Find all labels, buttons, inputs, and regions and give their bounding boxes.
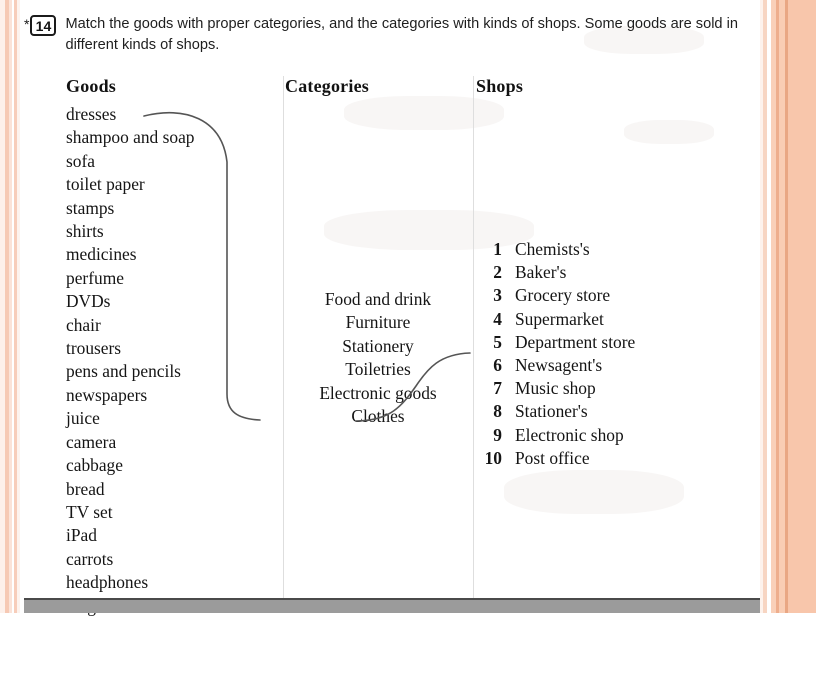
goods-item[interactable]: medicines xyxy=(66,243,281,266)
goods-item[interactable]: shirts xyxy=(66,220,281,243)
shop-item[interactable]: 2 Baker's xyxy=(476,261,756,284)
shop-item[interactable]: 1 Chemists's xyxy=(476,238,756,261)
goods-column: Goods dresses shampoo and soap sofa toilet … xyxy=(66,76,281,618)
shop-name: Post office xyxy=(515,447,590,468)
frame-stripe-right-1 xyxy=(788,0,816,613)
shop-name: Newsagent's xyxy=(515,355,603,376)
shop-item[interactable]: 10 Post office xyxy=(476,447,756,470)
frame-stripe-right-2 xyxy=(785,0,788,613)
task-instruction-row: * 14 Match the goods with proper categor… xyxy=(24,14,760,56)
goods-item[interactable]: headphones xyxy=(66,571,281,594)
goods-list: dresses shampoo and soap sofa toilet paper s… xyxy=(66,103,281,618)
frame-stripe-right-5 xyxy=(771,0,776,613)
bottom-accent-bar xyxy=(24,598,760,613)
frame-stripe-left-6 xyxy=(17,0,20,613)
shop-number: 1 xyxy=(493,239,502,259)
shop-name: Chemists's xyxy=(515,239,590,259)
category-item[interactable]: Electronic goods xyxy=(285,382,471,405)
category-item[interactable]: Stationery xyxy=(285,335,471,358)
shop-item[interactable]: 7 Music shop xyxy=(476,377,756,400)
frame-stripe-right-3 xyxy=(779,0,785,613)
goods-item[interactable]: dresses xyxy=(66,103,281,126)
shop-item[interactable]: 4 Supermarket xyxy=(476,308,756,331)
instruction-text: Match the goods with proper categories, … xyxy=(65,16,738,54)
goods-item[interactable]: trousers xyxy=(66,337,281,360)
frame-stripe-right-8 xyxy=(760,0,763,613)
shop-item[interactable]: 3 Grocery store xyxy=(476,284,756,307)
shop-name: Baker's xyxy=(515,262,567,283)
frame-stripe-right-7 xyxy=(763,0,767,613)
goods-item[interactable]: iPad xyxy=(66,524,281,547)
shop-number: 6 xyxy=(493,355,502,376)
matching-columns: Goods dresses shampoo and soap sofa toilet … xyxy=(24,76,760,616)
goods-item[interactable]: juice xyxy=(66,407,281,430)
goods-item[interactable]: shampoo and soap xyxy=(66,126,281,149)
goods-item[interactable]: chair xyxy=(66,314,281,337)
worksheet-page: * 14 Match the goods with proper categor… xyxy=(24,0,760,616)
goods-item[interactable]: perfume xyxy=(66,267,281,290)
column-divider-right xyxy=(473,76,474,600)
shops-list: 1 Chemists's 2 Baker's 3 Grocery store 4 Superm… xyxy=(476,238,756,470)
goods-item[interactable]: cabbage xyxy=(66,454,281,477)
shop-number: 8 xyxy=(493,401,502,422)
shop-number: 9 xyxy=(493,424,502,445)
shop-number: 2 xyxy=(493,262,502,283)
category-item[interactable]: Clothes xyxy=(285,405,471,428)
frame-stripe-right-4 xyxy=(776,0,779,613)
shop-item[interactable]: 5 Department store xyxy=(476,331,756,354)
goods-item[interactable]: sofa xyxy=(66,150,281,173)
shop-item[interactable]: 8 Stationer's xyxy=(476,400,756,423)
task-number-badge: 14 xyxy=(30,15,57,36)
shop-name: Department store xyxy=(515,331,636,352)
categories-list: Food and drink Furniture Stationery Toiletr… xyxy=(285,288,471,428)
slide-canvas: * 14 Match the goods with proper categor… xyxy=(0,0,816,616)
shop-name: Stationer's xyxy=(515,401,588,422)
shop-name: Music shop xyxy=(515,378,596,399)
shop-name: Electronic shop xyxy=(515,424,624,445)
categories-heading: Categories xyxy=(285,76,369,96)
goods-item[interactable]: TV set xyxy=(66,501,281,524)
goods-item[interactable]: toilet paper xyxy=(66,173,281,196)
goods-heading: Goods xyxy=(66,76,117,96)
goods-item[interactable]: carrots xyxy=(66,548,281,571)
shop-item[interactable]: 6 Newsagent's xyxy=(476,354,756,377)
goods-item[interactable]: DVDs xyxy=(66,290,281,313)
frame-stripe-right-6 xyxy=(767,0,771,613)
category-item[interactable]: Food and drink xyxy=(285,288,471,311)
goods-item[interactable]: newspapers xyxy=(66,384,281,407)
shops-heading: Shops xyxy=(476,76,524,96)
category-item[interactable]: Toiletries xyxy=(285,358,471,381)
shop-number: 3 xyxy=(493,285,502,306)
goods-item[interactable]: camera xyxy=(66,431,281,454)
asterisk-marker: * xyxy=(24,16,30,32)
shop-number: 5 xyxy=(493,331,502,352)
goods-item[interactable]: bread xyxy=(66,478,281,501)
goods-item[interactable]: stamps xyxy=(66,197,281,220)
shop-name: Supermarket xyxy=(515,308,604,329)
categories-column: Categories Food and drink Furniture Statio… xyxy=(285,76,471,426)
shop-item[interactable]: 9 Electronic shop xyxy=(476,424,756,447)
category-item[interactable]: Furniture xyxy=(285,311,471,334)
shop-number: 4 xyxy=(493,308,502,329)
shop-number: 10 xyxy=(484,447,502,468)
shops-column: Shops 1 Chemists's 2 Baker's 3 Grocery store 4… xyxy=(476,76,756,468)
shop-name: Grocery store xyxy=(515,285,611,306)
column-divider-left xyxy=(283,76,284,600)
goods-item[interactable]: pens and pencils xyxy=(66,360,281,383)
shop-number: 7 xyxy=(493,378,502,399)
